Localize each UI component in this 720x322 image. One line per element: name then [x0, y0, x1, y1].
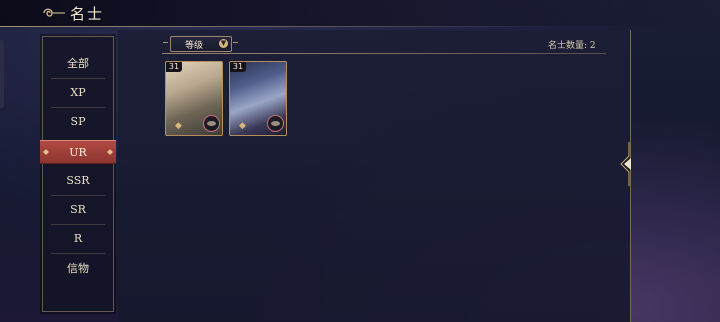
sidebar-item-xp[interactable]: XP [43, 78, 113, 107]
sidebar-item-label: UR [69, 145, 87, 159]
sidebar-item-label: SP [70, 115, 86, 128]
sidebar-item-r[interactable]: R [43, 224, 113, 253]
sidebar-item-keepsake[interactable]: 信物 [43, 253, 113, 282]
eye-emblem-icon [267, 115, 284, 132]
rank-diamond-icon: ◆ [239, 121, 246, 131]
character-card[interactable]: 31 ◆ [165, 61, 223, 136]
rank-diamond-icon: ◆ [175, 121, 182, 131]
ornament-tick [163, 42, 168, 43]
selection-marker-right-icon [107, 149, 113, 155]
sidebar-item-label: R [73, 232, 83, 245]
collapse-panel-icon[interactable] [619, 142, 635, 190]
swirl-ornament-icon [42, 5, 66, 24]
character-count: 名士数量: 2 [548, 41, 596, 51]
chevron-down-icon: ▼ [219, 39, 228, 48]
eye-emblem-icon [203, 115, 220, 132]
page-title: 名士 [70, 5, 105, 23]
filter-divider [162, 53, 606, 54]
sidebar-item-ur[interactable]: UR [40, 140, 116, 164]
sidebar-item-sp[interactable]: SP [43, 107, 113, 136]
rarity-sidebar: 全部 XP SP UR SSR SR R 信物 [40, 36, 116, 312]
level-badge: 31 [166, 62, 182, 72]
sidebar-item-ssr[interactable]: SSR [43, 166, 113, 195]
character-card[interactable]: 31 ◆ [229, 61, 287, 136]
sidebar-item-label: SSR [66, 174, 90, 187]
sidebar-item-label: XP [70, 86, 86, 99]
sidebar-item-label: 全部 [67, 56, 89, 70]
sidebar-item-all[interactable]: 全部 [43, 48, 113, 77]
sort-dropdown[interactable]: 等级 ▼ [170, 36, 232, 52]
level-badge: 31 [230, 62, 246, 72]
ornament-tick [233, 42, 238, 43]
sidebar-item-label: 信物 [67, 261, 89, 275]
sidebar-item-sr[interactable]: SR [43, 195, 113, 224]
left-edge-notch [0, 40, 4, 108]
top-bar-divider [0, 26, 560, 27]
sort-label: 等级 [185, 40, 204, 51]
sidebar-item-label: SR [70, 203, 86, 216]
selection-marker-left-icon [43, 149, 49, 155]
top-bar [0, 0, 720, 26]
